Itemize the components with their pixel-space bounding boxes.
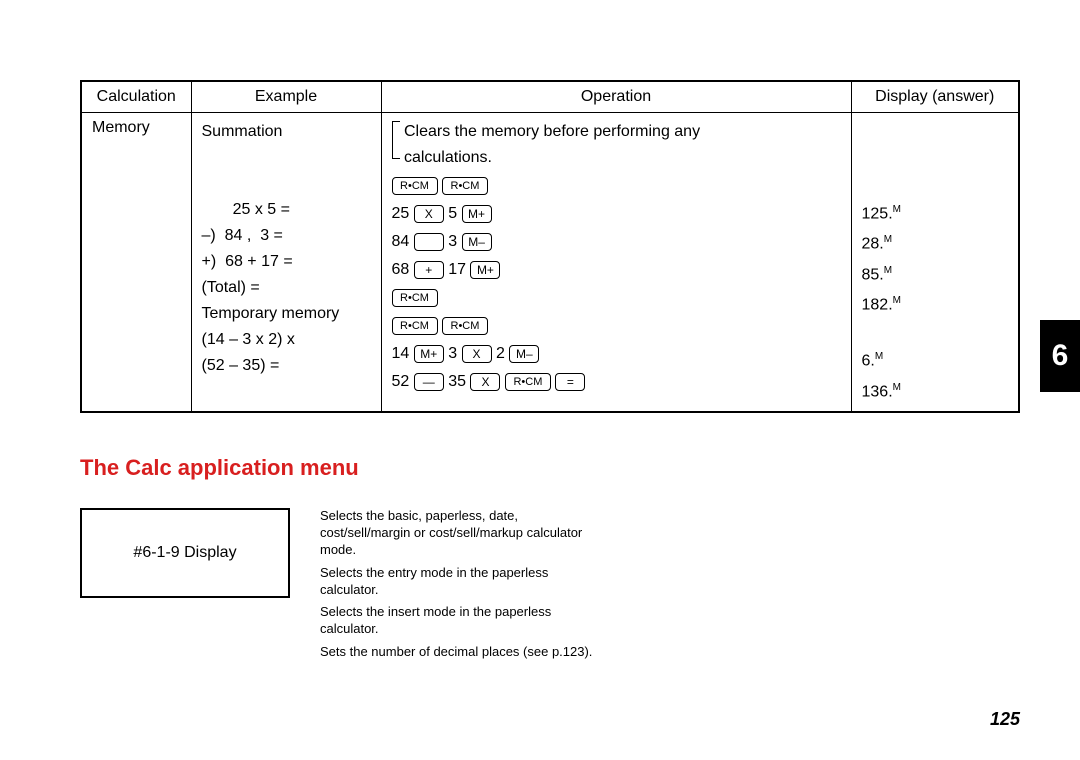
th-example: Example	[191, 81, 381, 113]
key-rcm: R•CM	[392, 317, 438, 335]
example-line: –) 84 , 3 =	[202, 223, 371, 249]
op-num: 35	[448, 373, 466, 390]
example-line: +) 68 + 17 =	[202, 249, 371, 275]
op-num: 52	[392, 373, 410, 390]
op-note-line: calculations.	[404, 149, 492, 166]
display-illustration: #6-1-9 Display	[80, 508, 290, 598]
display-value: 125.M	[862, 197, 1009, 227]
example-line: (14 – 3 x 2) x	[202, 327, 371, 353]
op-num: 5	[448, 205, 457, 222]
key-minus: —	[414, 373, 444, 391]
bracket-icon	[392, 121, 400, 159]
cell-display: 125.M 28.M 85.M 182.M 6.M 136.M	[851, 113, 1019, 412]
op-note-line: Clears the memory before performing any	[404, 123, 700, 140]
display-value: 6.M	[862, 344, 1009, 374]
example-line	[202, 171, 371, 197]
op-note: Clears the memory before performing any …	[392, 119, 841, 171]
key-mminus: M–	[462, 233, 492, 251]
key-mplus: M+	[462, 205, 492, 223]
op-line: 84 3 M–	[392, 229, 841, 255]
op-line: 14 M+ 3 X 2 M–	[392, 341, 841, 367]
cell-example: Summation 25 x 5 = –) 84 , 3 = +) 68 + 1…	[191, 113, 381, 412]
display-text: #6-1-9 Display	[133, 544, 236, 562]
op-line: R•CM R•CM	[392, 313, 841, 339]
cell-calculation: Memory	[81, 113, 191, 412]
example-line: (Total) =	[202, 275, 371, 301]
key-rcm: R•CM	[392, 177, 438, 195]
op-line: 25 X 5 M+	[392, 201, 841, 227]
example-line: Summation	[202, 119, 371, 145]
op-num: 17	[448, 261, 466, 278]
key-rcm: R•CM	[505, 373, 551, 391]
desc-item: Selects the insert mode in the paperless…	[320, 604, 610, 638]
calc-table: Calculation Example Operation Display (a…	[80, 80, 1020, 413]
op-line: R•CM R•CM	[392, 173, 841, 199]
desc-item: Selects the basic, paperless, date, cost…	[320, 508, 610, 559]
op-num: 3	[448, 345, 457, 362]
desc-item: Selects the entry mode in the paperless …	[320, 565, 610, 599]
key-rcm: R•CM	[392, 289, 438, 307]
op-line: 52 — 35 X R•CM =	[392, 369, 841, 395]
menu-descriptions: Selects the basic, paperless, date, cost…	[320, 508, 610, 667]
op-line: 68 + 17 M+	[392, 257, 841, 283]
key-eq: =	[555, 373, 585, 391]
section-heading: The Calc application menu	[80, 455, 359, 481]
display-value: 85.M	[862, 258, 1009, 288]
key-x: X	[470, 373, 500, 391]
cell-operation: Clears the memory before performing any …	[381, 113, 851, 412]
key-mplus: M+	[470, 261, 500, 279]
op-num: 3	[448, 233, 457, 250]
key-blank	[414, 233, 444, 251]
op-line: R•CM	[392, 285, 841, 311]
op-num: 68	[392, 261, 410, 278]
op-num: 2	[496, 345, 505, 362]
key-rcm: R•CM	[442, 317, 488, 335]
key-mplus: M+	[414, 345, 444, 363]
th-calculation: Calculation	[81, 81, 191, 113]
op-num: 25	[392, 205, 410, 222]
display-value: 182.M	[862, 288, 1009, 318]
op-num: 84	[392, 233, 410, 250]
example-line: Temporary memory	[202, 301, 371, 327]
page: Calculation Example Operation Display (a…	[0, 0, 1080, 760]
key-x: X	[462, 345, 492, 363]
chapter-tab: 6	[1040, 320, 1080, 392]
table-row: Memory Summation 25 x 5 = –) 84 , 3 = +)…	[81, 113, 1019, 412]
example-line: 25 x 5 =	[202, 197, 371, 223]
key-x: X	[414, 205, 444, 223]
op-num: 14	[392, 345, 410, 362]
key-rcm: R•CM	[442, 177, 488, 195]
key-plus: +	[414, 261, 444, 279]
key-mminus: M–	[509, 345, 539, 363]
th-display: Display (answer)	[851, 81, 1019, 113]
example-line: (52 – 35) =	[202, 353, 371, 379]
th-operation: Operation	[381, 81, 851, 113]
display-value: 28.M	[862, 227, 1009, 257]
table-header-row: Calculation Example Operation Display (a…	[81, 81, 1019, 113]
display-value: 136.M	[862, 375, 1009, 405]
desc-item: Sets the number of decimal places (see p…	[320, 644, 610, 661]
page-number: 125	[990, 709, 1020, 730]
example-line	[202, 145, 371, 171]
